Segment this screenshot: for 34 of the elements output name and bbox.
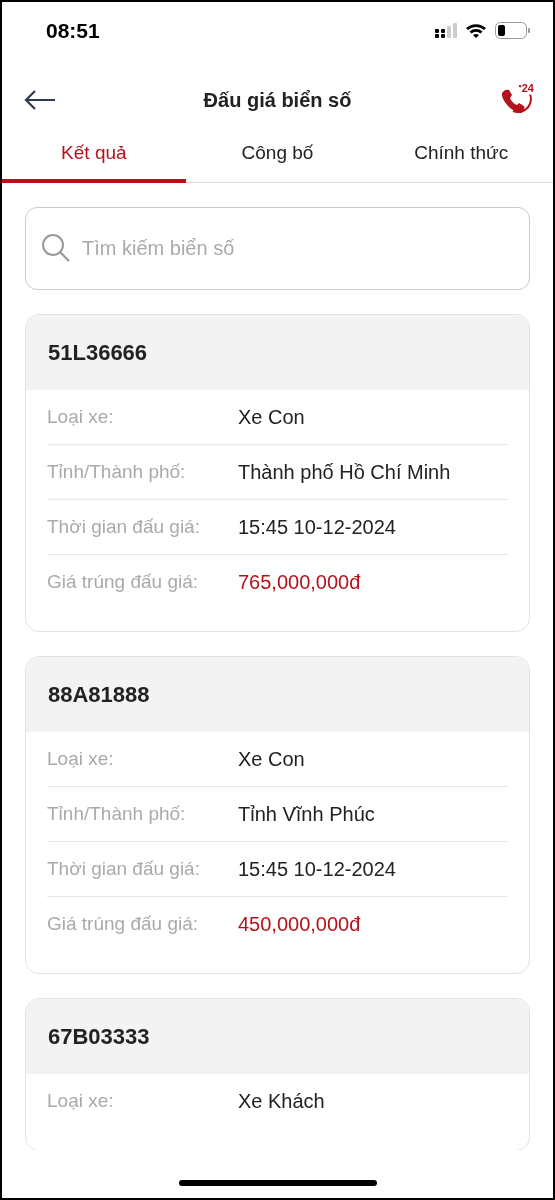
page-title: Đấu giá biển số bbox=[203, 88, 352, 112]
signal-icon bbox=[435, 22, 457, 39]
field-value: Tỉnh Vĩnh Phúc bbox=[238, 802, 375, 826]
field-value: Xe Khách bbox=[238, 1089, 325, 1113]
plate-number: 51L36666 bbox=[48, 339, 148, 366]
field-label: Loại xe: bbox=[47, 1090, 115, 1112]
field-label: Giá trúng đấu giá: bbox=[47, 571, 200, 593]
price-value: 765,000,000đ bbox=[238, 570, 361, 594]
field-label: Loại xe: bbox=[47, 406, 115, 428]
field-label: Thời gian đấu giá: bbox=[47, 858, 201, 880]
plate-number: 88A81888 bbox=[48, 681, 150, 708]
field-value: Thành phố Hồ Chí Minh bbox=[238, 460, 451, 484]
battery-icon bbox=[495, 22, 531, 39]
wifi-icon bbox=[465, 22, 487, 39]
field-label: Thời gian đấu giá: bbox=[47, 516, 201, 538]
field-value: Xe Con bbox=[238, 747, 305, 771]
field-label: Giá trúng đấu giá: bbox=[47, 913, 200, 935]
search-icon bbox=[41, 233, 71, 263]
field-value: Xe Con bbox=[238, 405, 305, 429]
field-label: Tỉnh/Thành phố: bbox=[47, 803, 187, 825]
tab[interactable]: Chính thức bbox=[369, 135, 553, 183]
hotline-badge: 24 bbox=[520, 81, 535, 96]
field-value: 15:45 10-12-2024 bbox=[238, 515, 396, 539]
back-arrow-icon[interactable] bbox=[24, 90, 56, 110]
status-time: 08:51 bbox=[46, 18, 100, 43]
tab[interactable]: Công bố bbox=[185, 135, 370, 183]
hotline-button[interactable]: 24 bbox=[499, 83, 533, 117]
search-field[interactable]: Tìm kiếm biển số bbox=[25, 207, 530, 290]
field-value: 15:45 10-12-2024 bbox=[238, 857, 396, 881]
field-label: Loại xe: bbox=[47, 748, 115, 770]
price-value: 450,000,000đ bbox=[238, 912, 361, 936]
field-label: Tỉnh/Thành phố: bbox=[47, 461, 187, 483]
tab[interactable]: Kết quả bbox=[2, 135, 186, 183]
plate-number: 67B03333 bbox=[48, 1023, 150, 1050]
